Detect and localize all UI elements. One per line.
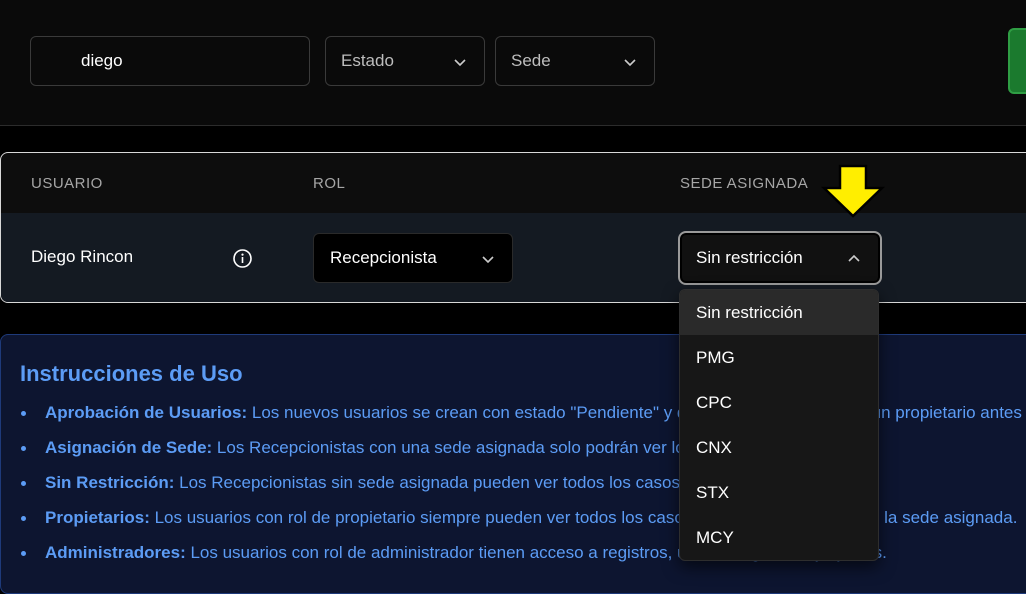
dropdown-option-stx[interactable]: STX (680, 470, 878, 515)
item-label: Propietarios: (45, 508, 150, 527)
item-label: Asignación de Sede: (45, 438, 213, 457)
estado-filter-label: Estado (341, 51, 394, 70)
dropdown-option-pmg[interactable]: PMG (680, 335, 878, 380)
search-input[interactable]: diego (30, 36, 310, 86)
sede-asignada-select[interactable]: Sin restricción (678, 231, 882, 285)
instructions-title: Instrucciones de Uso (20, 361, 243, 386)
chevron-down-icon (454, 59, 466, 67)
item-label: Administradores: (45, 543, 186, 562)
item-text: Los nuevos usuarios se crean con estado … (247, 403, 1022, 422)
item-label: Sin Restricción: (45, 473, 175, 492)
sede-filter-select[interactable]: Sede (495, 36, 655, 86)
header-sede-asignada: SEDE ASIGNADA (680, 175, 809, 192)
role-select[interactable]: Recepcionista (313, 233, 513, 283)
chevron-down-icon (482, 256, 494, 264)
chevron-down-icon (624, 59, 636, 67)
role-select-value: Recepcionista (330, 248, 437, 267)
item-text: Los usuarios con rol de propietario siem… (149, 508, 1018, 527)
estado-filter-select[interactable]: Estado (325, 36, 485, 86)
sede-select-value: Sin restricción (696, 248, 803, 267)
dropdown-option-cpc[interactable]: CPC (680, 380, 878, 425)
user-name: Diego Rincon (31, 247, 134, 266)
sede-dropdown-menu: Sin restricción PMG CPC CNX STX MCY (679, 289, 879, 561)
dropdown-option-mcy[interactable]: MCY (680, 515, 878, 560)
dropdown-option-sin-restriccion[interactable]: Sin restricción (680, 290, 878, 335)
item-text: Los Recepcionistas sin sede asignada pue… (174, 473, 685, 492)
add-user-button[interactable] (1008, 28, 1026, 94)
annotation-arrow-icon (820, 164, 886, 218)
header-usuario: USUARIO (31, 175, 103, 192)
header-rol: ROL (313, 175, 346, 192)
item-label: Aprobación de Usuarios: (45, 403, 248, 422)
sede-filter-label: Sede (511, 51, 551, 70)
dropdown-option-cnx[interactable]: CNX (680, 425, 878, 470)
info-icon[interactable] (232, 248, 253, 269)
chevron-up-icon (848, 254, 860, 262)
